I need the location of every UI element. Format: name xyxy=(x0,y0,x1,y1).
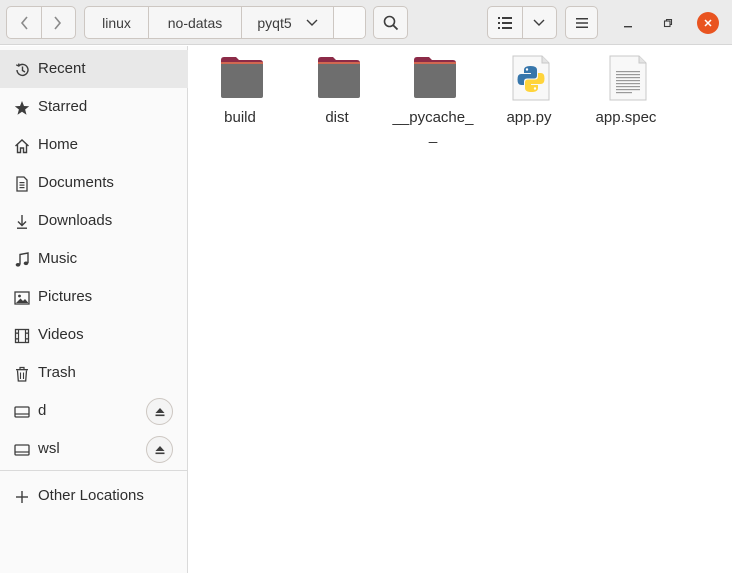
folder-icon xyxy=(414,57,456,98)
path-crumb-label: no-datas xyxy=(167,14,223,31)
file-item-pycache[interactable]: __pycache__ xyxy=(385,54,481,144)
file-name: dist xyxy=(325,109,349,126)
close-button[interactable] xyxy=(697,12,719,34)
path-crumb-label: linux xyxy=(102,14,131,31)
file-item-build[interactable]: build xyxy=(192,54,288,144)
picture-icon xyxy=(13,289,30,306)
trash-icon xyxy=(13,365,30,382)
back-button[interactable] xyxy=(7,7,41,38)
file-item-app-py[interactable]: app.py xyxy=(481,54,577,144)
file-item-app-spec[interactable]: app.spec xyxy=(578,54,674,144)
eject-icon xyxy=(155,407,164,416)
text-file-icon xyxy=(609,55,647,101)
sidebar-item-label: Home xyxy=(38,136,79,153)
list-view-button[interactable] xyxy=(488,7,522,38)
sidebar-item-pictures[interactable]: Pictures xyxy=(0,278,188,316)
main-menu-button[interactable] xyxy=(565,6,598,39)
chevron-down-icon xyxy=(533,19,545,26)
maximize-button[interactable] xyxy=(657,12,679,34)
sidebar-item-label: Trash xyxy=(38,364,76,381)
clock-icon xyxy=(13,61,30,78)
chevron-down-icon xyxy=(306,19,318,26)
hamburger-menu-icon xyxy=(575,17,588,28)
sidebar-item-wsl[interactable]: wsl xyxy=(0,430,188,468)
sidebar-item-starred[interactable]: Starred xyxy=(0,88,188,126)
search-icon xyxy=(383,15,398,30)
sidebar-item-label: Recent xyxy=(38,60,86,77)
music-icon xyxy=(13,251,30,268)
minimize-icon xyxy=(624,26,632,28)
path-crumb-pyqt5[interactable]: pyqt5 xyxy=(242,7,334,38)
star-icon xyxy=(13,99,30,116)
sidebar-item-music[interactable]: Music xyxy=(0,240,188,278)
video-icon xyxy=(13,327,30,344)
list-view-icon xyxy=(497,16,512,29)
forward-button[interactable] xyxy=(40,7,75,38)
path-crumb-linux[interactable]: linux xyxy=(85,7,149,38)
file-name: __pycache__ xyxy=(392,109,474,144)
path-bar: linux no-datas pyqt5 xyxy=(84,6,366,39)
sidebar-item-label: Starred xyxy=(38,98,88,115)
sidebar-item-home[interactable]: Home xyxy=(0,126,188,164)
sidebar-item-other-locations[interactable]: Other Locations xyxy=(0,477,188,515)
sidebar-item-documents[interactable]: Documents xyxy=(0,164,188,202)
view-options-button[interactable] xyxy=(521,7,556,38)
minimize-button[interactable] xyxy=(617,12,639,34)
sidebar-item-recent[interactable]: Recent xyxy=(0,50,188,88)
document-icon xyxy=(13,175,30,192)
sidebar-item-trash[interactable]: Trash xyxy=(0,354,188,392)
sidebar-item-d[interactable]: d xyxy=(0,392,188,430)
view-buttons xyxy=(487,6,557,39)
file-name: build xyxy=(224,109,256,126)
header-bar: linux no-datas pyqt5 xyxy=(0,0,732,45)
python-file-icon xyxy=(512,55,550,101)
file-item-dist[interactable]: dist xyxy=(289,54,385,144)
sidebar-item-videos[interactable]: Videos xyxy=(0,316,188,354)
chevron-left-icon xyxy=(20,15,28,30)
sidebar-item-label: wsl xyxy=(38,440,60,457)
folder-icon xyxy=(318,57,360,98)
folder-icon xyxy=(221,57,263,98)
plus-icon xyxy=(13,488,30,505)
sidebar-item-label: Videos xyxy=(38,326,84,343)
navigation-buttons xyxy=(6,6,76,39)
sidebar-item-label: Pictures xyxy=(38,288,93,305)
eject-button[interactable] xyxy=(146,398,173,425)
path-crumb-label: pyqt5 xyxy=(257,14,292,31)
file-name: app.spec xyxy=(595,109,657,126)
eject-button[interactable] xyxy=(146,436,173,463)
file-view: build dist __pycache__ app.py app.spec xyxy=(189,46,732,573)
file-name: app.py xyxy=(506,109,552,126)
drive-icon xyxy=(13,441,30,458)
sidebar-item-label: Music xyxy=(38,250,78,267)
drive-icon xyxy=(13,403,30,420)
sidebar: Recent Starred Home Documents Downloads … xyxy=(0,46,188,573)
download-icon xyxy=(13,213,30,230)
path-crumb-empty[interactable] xyxy=(334,7,365,38)
sidebar-item-label: Other Locations xyxy=(38,487,144,504)
close-icon xyxy=(704,19,712,27)
sidebar-item-label: Documents xyxy=(38,174,114,191)
chevron-right-icon xyxy=(54,15,62,30)
sidebar-item-label: Downloads xyxy=(38,212,113,229)
sidebar-separator xyxy=(0,470,188,471)
eject-icon xyxy=(155,445,164,454)
path-crumb-no-datas[interactable]: no-datas xyxy=(149,7,242,38)
restore-icon xyxy=(663,18,673,28)
sidebar-item-downloads[interactable]: Downloads xyxy=(0,202,188,240)
sidebar-item-label: d xyxy=(38,402,47,419)
search-button[interactable] xyxy=(373,6,408,39)
home-icon xyxy=(13,137,30,154)
